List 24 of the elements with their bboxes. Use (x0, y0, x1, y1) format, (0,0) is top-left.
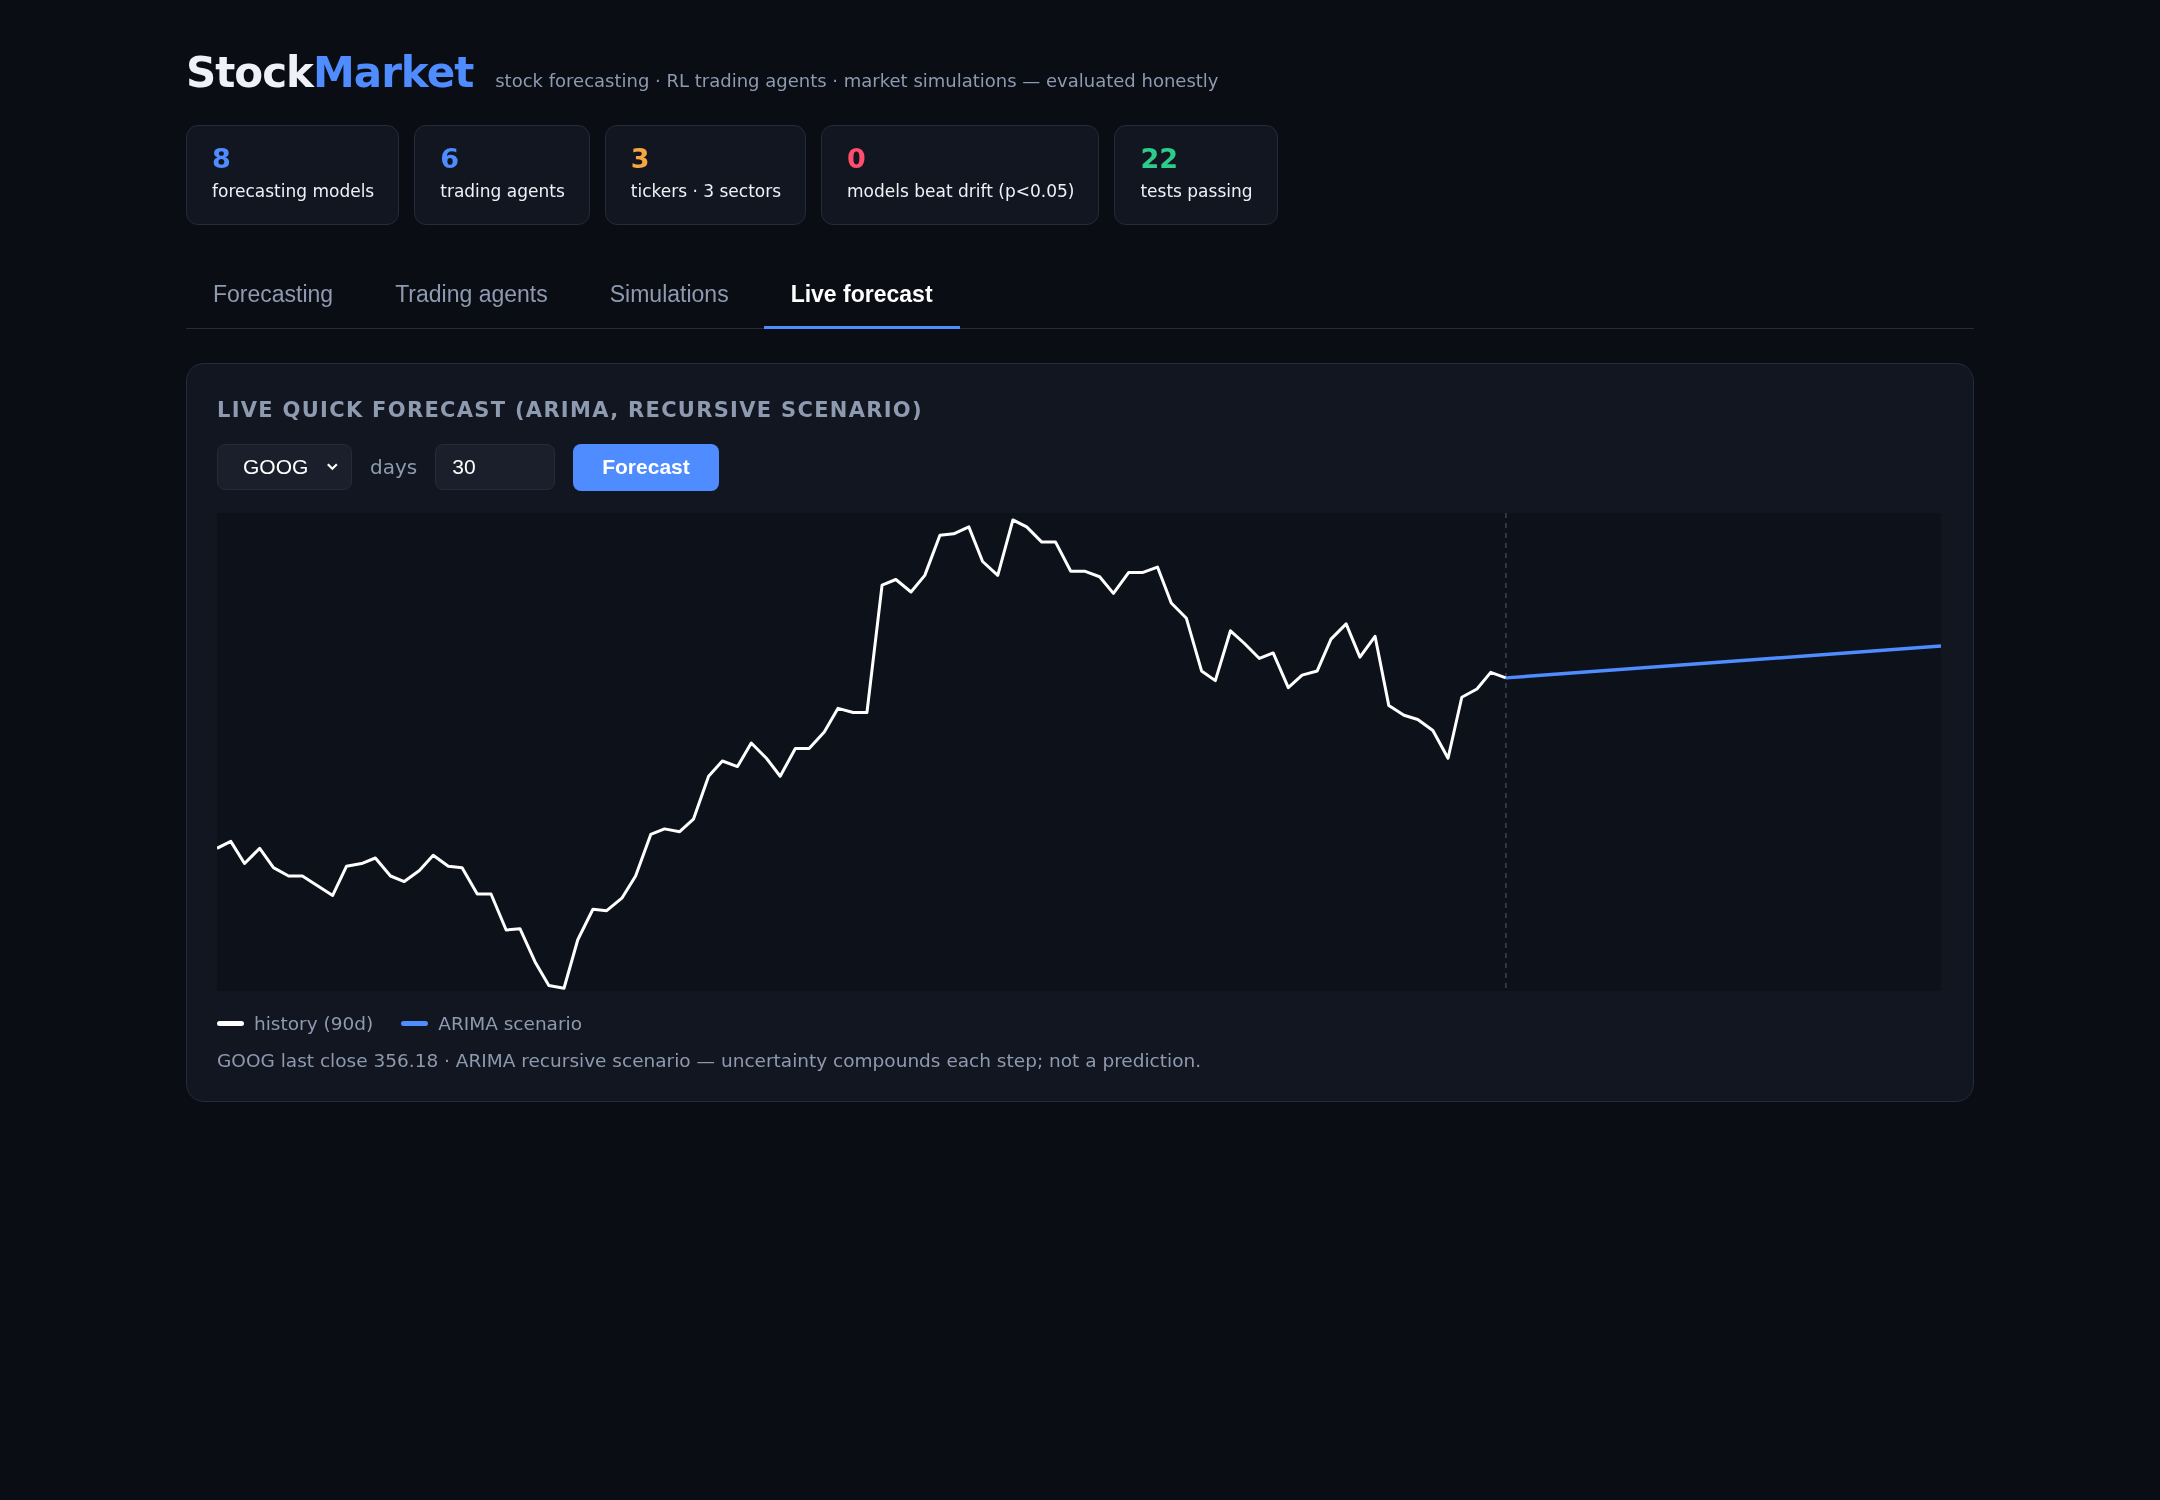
brand-logo: StockMarket (186, 48, 474, 97)
legend-label: history (90d) (254, 1012, 374, 1034)
days-label: days (370, 455, 418, 479)
stat-value: 8 (212, 142, 231, 176)
legend-label: ARIMA scenario (438, 1012, 583, 1034)
chevron-down-icon (326, 462, 339, 472)
stat-value: 22 (1140, 142, 1178, 176)
tab[interactable]: Trading agents (368, 263, 575, 329)
ticker-select[interactable]: GOOG (217, 444, 352, 490)
stat-value: 0 (847, 142, 866, 176)
days-input[interactable]: 30 (435, 444, 556, 490)
tab[interactable]: Simulations (582, 263, 756, 329)
panel-title: LIVE QUICK FORECAST (ARIMA, RECURSIVE SCENARIO) (217, 397, 923, 422)
stat-label: trading agents (440, 180, 565, 203)
stat-value: 3 (630, 142, 650, 176)
tab[interactable]: Forecasting (186, 263, 361, 329)
stat-label: tickers · 3 sectors (630, 180, 782, 203)
stat-value: 6 (440, 142, 460, 176)
stat-label: tests passing (1140, 180, 1253, 203)
stat-label: models beat drift (p<0.05) (847, 180, 1075, 203)
stat-label: forecasting models (212, 180, 375, 203)
forecast-note: GOOG last close 356.18 · ARIMA recursive scenario — uncertainty compounds each step; not a prediction. (217, 1049, 1202, 1071)
tab[interactable]: Live forecast (763, 263, 960, 329)
tagline: stock forecasting · RL trading agents · market simulations — evaluated honestly (495, 70, 1219, 91)
